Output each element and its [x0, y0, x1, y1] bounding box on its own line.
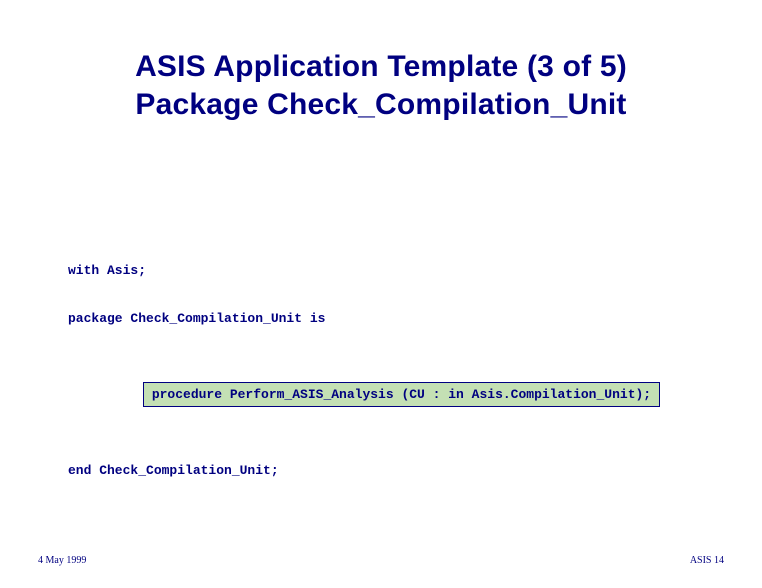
footer-page: ASIS 14 [690, 555, 724, 566]
code-block: with Asis; package Check_Compilation_Uni… [68, 232, 722, 510]
slide: ASIS Application Template (3 of 5) Packa… [0, 0, 762, 588]
procedure-highlight-box: procedure Perform_ASIS_Analysis (CU : in… [143, 382, 660, 407]
footer-date: 4 May 1999 [38, 555, 86, 566]
code-line-end: end Check_Compilation_Unit; [68, 462, 722, 480]
code-line-package: package Check_Compilation_Unit is [68, 310, 722, 328]
title-line-2: Package Check_Compilation_Unit [0, 86, 762, 124]
highlight-box-wrap: procedure Perform_ASIS_Analysis (CU : in… [96, 367, 722, 422]
code-line-with: with Asis; [68, 262, 722, 280]
title-line-1: ASIS Application Template (3 of 5) [0, 48, 762, 86]
slide-title: ASIS Application Template (3 of 5) Packa… [0, 48, 762, 123]
